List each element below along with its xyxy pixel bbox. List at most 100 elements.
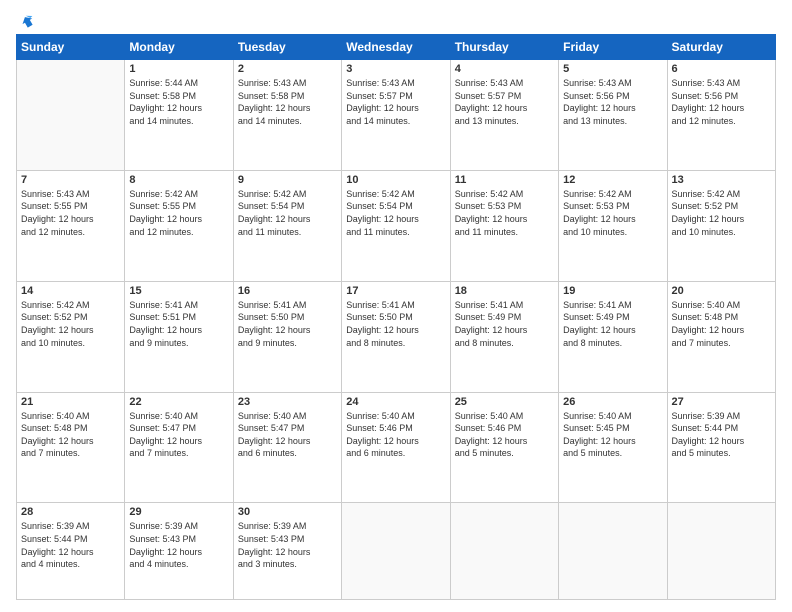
day-number: 29	[129, 506, 228, 518]
calendar-cell	[17, 60, 125, 171]
calendar-cell: 7Sunrise: 5:43 AM Sunset: 5:55 PM Daylig…	[17, 170, 125, 281]
day-info: Sunrise: 5:40 AM Sunset: 5:45 PM Dayligh…	[563, 410, 662, 460]
calendar-cell: 4 Sunrise: 5:43 AM Sunset: 5:57 PM Daylig…	[450, 60, 558, 171]
calendar-cell: 13 Sunrise: 5:42 AM Sunset: 5:52 PM Dayli…	[667, 170, 775, 281]
day-number: 5	[563, 63, 662, 75]
calendar-cell: 2 Sunrise: 5:43 AM Sunset: 5:58 PM Daylig…	[233, 60, 341, 171]
day-info: Sunrise: 5:43 AM Sunset: 5:57 PM Dayligh…	[346, 77, 445, 127]
calendar-cell: 25 Sunrise: 5:40 AM Sunset: 5:46 PM Dayli…	[450, 392, 558, 503]
calendar-cell: 27 Sunrise: 5:39 AM Sunset: 5:44 PM Dayli…	[667, 392, 775, 503]
calendar-cell	[559, 503, 667, 600]
calendar-table: SundayMondayTuesdayWednesdayThursdayFrid…	[16, 34, 776, 600]
weekday-thursday: Thursday	[450, 35, 558, 60]
day-number: 11	[455, 174, 554, 186]
calendar-cell: 22 Sunrise: 5:40 AM Sunset: 5:47 PM Dayli…	[125, 392, 233, 503]
calendar-cell: 9 Sunrise: 5:42 AM Sunset: 5:54 PM Daylig…	[233, 170, 341, 281]
day-info: Sunrise: 5:40 AM Sunset: 5:48 PM Dayligh…	[21, 410, 120, 460]
day-number: 17	[346, 285, 445, 297]
day-info: Sunrise: 5:42 AM Sunset: 5:53 PM Dayligh…	[563, 188, 662, 238]
weekday-header-row: SundayMondayTuesdayWednesdayThursdayFrid…	[17, 35, 776, 60]
day-number: 4	[455, 63, 554, 75]
day-info: Sunrise: 5:39 AM Sunset: 5:44 PM Dayligh…	[21, 520, 120, 570]
day-info: Sunrise: 5:42 AM Sunset: 5:54 PM Dayligh…	[346, 188, 445, 238]
weekday-sunday: Sunday	[17, 35, 125, 60]
calendar-cell: 1Sunrise: 5:44 AM Sunset: 5:58 PM Daylig…	[125, 60, 233, 171]
calendar-cell: 21Sunrise: 5:40 AM Sunset: 5:48 PM Dayli…	[17, 392, 125, 503]
calendar-cell: 14 Sunrise: 5:42 AM Sunset: 5:52 PM Dayli…	[17, 281, 125, 392]
header	[16, 12, 776, 28]
calendar-cell: 5 Sunrise: 5:43 AM Sunset: 5:56 PM Daylig…	[559, 60, 667, 171]
day-info: Sunrise: 5:44 AM Sunset: 5:58 PM Dayligh…	[129, 77, 228, 127]
day-number: 30	[238, 506, 337, 518]
weekday-monday: Monday	[125, 35, 233, 60]
day-number: 24	[346, 396, 445, 408]
day-number: 25	[455, 396, 554, 408]
day-info: Sunrise: 5:42 AM Sunset: 5:54 PM Dayligh…	[238, 188, 337, 238]
day-number: 19	[563, 285, 662, 297]
day-info: Sunrise: 5:39 AM Sunset: 5:43 PM Dayligh…	[129, 520, 228, 570]
calendar-cell: 29 Sunrise: 5:39 AM Sunset: 5:43 PM Dayli…	[125, 503, 233, 600]
day-info: Sunrise: 5:41 AM Sunset: 5:51 PM Dayligh…	[129, 299, 228, 349]
day-number: 8	[129, 174, 228, 186]
day-info: Sunrise: 5:40 AM Sunset: 5:47 PM Dayligh…	[238, 410, 337, 460]
week-row-1: 1Sunrise: 5:44 AM Sunset: 5:58 PM Daylig…	[17, 60, 776, 171]
week-row-5: 28 Sunrise: 5:39 AM Sunset: 5:44 PM Dayli…	[17, 503, 776, 600]
day-number: 14	[21, 285, 120, 297]
day-number: 26	[563, 396, 662, 408]
logo	[16, 12, 38, 28]
page: SundayMondayTuesdayWednesdayThursdayFrid…	[0, 0, 792, 612]
day-info: Sunrise: 5:42 AM Sunset: 5:55 PM Dayligh…	[129, 188, 228, 238]
day-number: 18	[455, 285, 554, 297]
week-row-2: 7Sunrise: 5:43 AM Sunset: 5:55 PM Daylig…	[17, 170, 776, 281]
day-number: 2	[238, 63, 337, 75]
day-number: 12	[563, 174, 662, 186]
day-info: Sunrise: 5:41 AM Sunset: 5:49 PM Dayligh…	[563, 299, 662, 349]
calendar-cell: 23 Sunrise: 5:40 AM Sunset: 5:47 PM Dayli…	[233, 392, 341, 503]
week-row-3: 14 Sunrise: 5:42 AM Sunset: 5:52 PM Dayli…	[17, 281, 776, 392]
day-info: Sunrise: 5:43 AM Sunset: 5:56 PM Dayligh…	[563, 77, 662, 127]
day-info: Sunrise: 5:42 AM Sunset: 5:52 PM Dayligh…	[21, 299, 120, 349]
calendar-cell: 3Sunrise: 5:43 AM Sunset: 5:57 PM Daylig…	[342, 60, 450, 171]
calendar-cell: 12 Sunrise: 5:42 AM Sunset: 5:53 PM Dayli…	[559, 170, 667, 281]
calendar-cell	[667, 503, 775, 600]
day-number: 23	[238, 396, 337, 408]
day-info: Sunrise: 5:43 AM Sunset: 5:58 PM Dayligh…	[238, 77, 337, 127]
day-info: Sunrise: 5:39 AM Sunset: 5:44 PM Dayligh…	[672, 410, 771, 460]
day-number: 20	[672, 285, 771, 297]
calendar-cell: 11 Sunrise: 5:42 AM Sunset: 5:53 PM Dayli…	[450, 170, 558, 281]
day-number: 15	[129, 285, 228, 297]
day-number: 16	[238, 285, 337, 297]
weekday-tuesday: Tuesday	[233, 35, 341, 60]
day-number: 6	[672, 63, 771, 75]
day-info: Sunrise: 5:43 AM Sunset: 5:56 PM Dayligh…	[672, 77, 771, 127]
day-number: 22	[129, 396, 228, 408]
week-row-4: 21Sunrise: 5:40 AM Sunset: 5:48 PM Dayli…	[17, 392, 776, 503]
calendar-cell	[342, 503, 450, 600]
day-number: 9	[238, 174, 337, 186]
calendar-cell: 8 Sunrise: 5:42 AM Sunset: 5:55 PM Daylig…	[125, 170, 233, 281]
day-info: Sunrise: 5:39 AM Sunset: 5:43 PM Dayligh…	[238, 520, 337, 570]
day-info: Sunrise: 5:40 AM Sunset: 5:46 PM Dayligh…	[455, 410, 554, 460]
day-number: 27	[672, 396, 771, 408]
day-info: Sunrise: 5:40 AM Sunset: 5:46 PM Dayligh…	[346, 410, 445, 460]
calendar-cell: 28 Sunrise: 5:39 AM Sunset: 5:44 PM Dayli…	[17, 503, 125, 600]
day-info: Sunrise: 5:41 AM Sunset: 5:50 PM Dayligh…	[238, 299, 337, 349]
day-info: Sunrise: 5:41 AM Sunset: 5:50 PM Dayligh…	[346, 299, 445, 349]
calendar-cell: 16 Sunrise: 5:41 AM Sunset: 5:50 PM Dayli…	[233, 281, 341, 392]
day-info: Sunrise: 5:43 AM Sunset: 5:55 PM Dayligh…	[21, 188, 120, 238]
day-info: Sunrise: 5:40 AM Sunset: 5:47 PM Dayligh…	[129, 410, 228, 460]
calendar-cell: 17 Sunrise: 5:41 AM Sunset: 5:50 PM Dayli…	[342, 281, 450, 392]
day-info: Sunrise: 5:40 AM Sunset: 5:48 PM Dayligh…	[672, 299, 771, 349]
day-number: 28	[21, 506, 120, 518]
day-info: Sunrise: 5:42 AM Sunset: 5:53 PM Dayligh…	[455, 188, 554, 238]
calendar-cell: 10Sunrise: 5:42 AM Sunset: 5:54 PM Dayli…	[342, 170, 450, 281]
weekday-friday: Friday	[559, 35, 667, 60]
day-info: Sunrise: 5:43 AM Sunset: 5:57 PM Dayligh…	[455, 77, 554, 127]
day-number: 13	[672, 174, 771, 186]
weekday-saturday: Saturday	[667, 35, 775, 60]
calendar-cell: 20 Sunrise: 5:40 AM Sunset: 5:48 PM Dayli…	[667, 281, 775, 392]
weekday-wednesday: Wednesday	[342, 35, 450, 60]
calendar-cell: 26 Sunrise: 5:40 AM Sunset: 5:45 PM Dayli…	[559, 392, 667, 503]
day-info: Sunrise: 5:42 AM Sunset: 5:52 PM Dayligh…	[672, 188, 771, 238]
day-info: Sunrise: 5:41 AM Sunset: 5:49 PM Dayligh…	[455, 299, 554, 349]
